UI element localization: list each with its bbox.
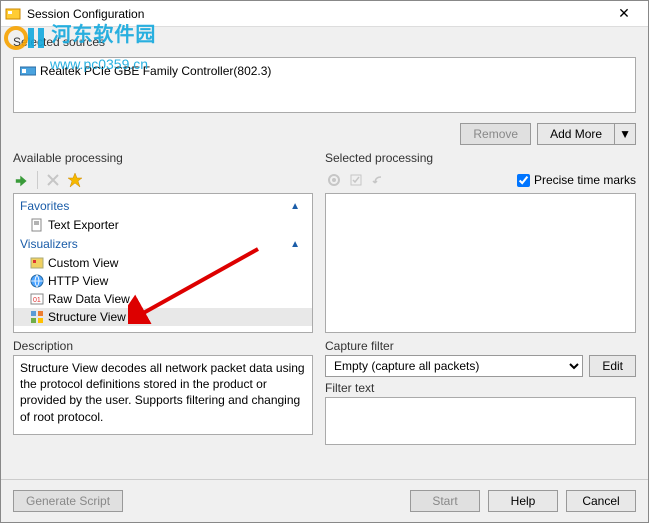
help-button[interactable]: Help bbox=[488, 490, 558, 512]
tree-item[interactable]: Text Exporter bbox=[14, 216, 312, 234]
add-more-button[interactable]: Add More ▼ bbox=[537, 123, 636, 145]
gear-icon[interactable] bbox=[325, 171, 343, 189]
generate-script-button[interactable]: Generate Script bbox=[13, 490, 123, 512]
selected-processing-list[interactable] bbox=[325, 193, 636, 333]
dropdown-arrow-icon[interactable]: ▼ bbox=[615, 123, 636, 145]
source-name: Realtek PCIe GBE Family Controller(802.3… bbox=[40, 64, 271, 78]
add-more-label[interactable]: Add More bbox=[537, 123, 615, 145]
structure-view-icon bbox=[30, 310, 44, 324]
precise-checkbox-input[interactable] bbox=[517, 174, 530, 187]
tree-item-label: Raw Data View bbox=[48, 292, 130, 306]
tree-item-label: HTTP View bbox=[48, 274, 108, 288]
description-text: Structure View decodes all network packe… bbox=[13, 355, 313, 435]
http-view-icon bbox=[30, 274, 44, 288]
description-label: Description bbox=[13, 339, 313, 353]
nic-icon bbox=[20, 65, 36, 77]
tree-item-label: Text Exporter bbox=[48, 218, 119, 232]
group-label: Favorites bbox=[20, 199, 69, 213]
source-item[interactable]: Realtek PCIe GBE Family Controller(802.3… bbox=[18, 62, 631, 80]
app-icon bbox=[5, 6, 21, 22]
selected-processing-label: Selected processing bbox=[325, 151, 636, 165]
capture-filter-select[interactable]: Empty (capture all packets) bbox=[325, 355, 583, 377]
tree-item[interactable]: 01 Raw Data View bbox=[14, 290, 312, 308]
tree-group-favorites[interactable]: Favorites ▲ bbox=[14, 196, 312, 216]
check-icon[interactable] bbox=[347, 171, 365, 189]
filter-text-box[interactable] bbox=[325, 397, 636, 445]
close-button[interactable]: ✕ bbox=[604, 5, 644, 22]
precise-time-marks-checkbox[interactable]: Precise time marks bbox=[517, 173, 636, 187]
group-label: Visualizers bbox=[20, 237, 78, 251]
tree-item[interactable]: Structure View bbox=[14, 308, 312, 326]
tree-group-visualizers[interactable]: Visualizers ▲ bbox=[14, 234, 312, 254]
toolbar-separator bbox=[37, 171, 38, 189]
raw-data-icon: 01 bbox=[30, 292, 44, 306]
edit-button[interactable]: Edit bbox=[589, 355, 636, 377]
collapse-icon[interactable]: ▲ bbox=[290, 239, 300, 250]
remove-button[interactable]: Remove bbox=[460, 123, 531, 145]
selected-sources-label: Selected sources bbox=[13, 35, 636, 49]
doc-icon bbox=[30, 218, 44, 232]
favorite-icon[interactable] bbox=[66, 171, 84, 189]
tree-item-label: Structure View bbox=[48, 310, 126, 324]
available-processing-tree[interactable]: Favorites ▲ Text Exporter Visualizers ▲ … bbox=[13, 193, 313, 333]
filter-text-label: Filter text bbox=[325, 381, 636, 395]
custom-view-icon bbox=[30, 256, 44, 270]
tree-item-label: Custom View bbox=[48, 256, 118, 270]
delete-icon[interactable] bbox=[44, 171, 62, 189]
tree-item[interactable]: HTTP View bbox=[14, 272, 312, 290]
selected-sources-list[interactable]: Realtek PCIe GBE Family Controller(802.3… bbox=[13, 57, 636, 113]
collapse-icon[interactable]: ▲ bbox=[290, 201, 300, 212]
tree-item[interactable]: Custom View bbox=[14, 254, 312, 272]
svg-text:01: 01 bbox=[33, 297, 41, 304]
capture-filter-label: Capture filter bbox=[325, 339, 636, 353]
apply-icon[interactable] bbox=[13, 171, 31, 189]
window-title: Session Configuration bbox=[27, 7, 604, 21]
start-button[interactable]: Start bbox=[410, 490, 480, 512]
precise-label: Precise time marks bbox=[534, 173, 636, 187]
undo-icon[interactable] bbox=[369, 171, 387, 189]
available-processing-label: Available processing bbox=[13, 151, 313, 165]
cancel-button[interactable]: Cancel bbox=[566, 490, 636, 512]
